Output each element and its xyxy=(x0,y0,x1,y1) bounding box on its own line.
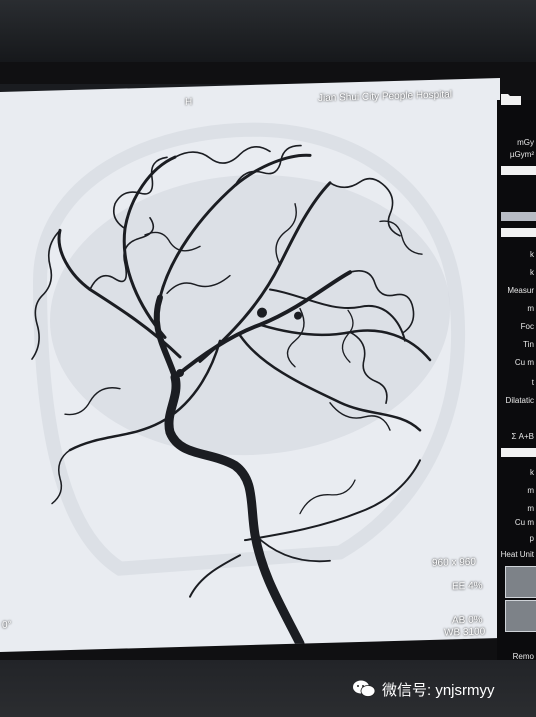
side-label-t: t xyxy=(531,378,534,387)
ab-value: AB 0% xyxy=(452,614,483,627)
side-label-time: Tin xyxy=(523,340,534,349)
wechat-icon xyxy=(353,680,376,697)
side-label-m2: m xyxy=(527,486,534,495)
side-label-k3: k xyxy=(530,468,534,477)
watermark-text: 微信号: ynjsrmyy xyxy=(382,681,495,699)
thumbnail-1[interactable] xyxy=(505,566,536,598)
thumbnail-2[interactable] xyxy=(505,600,536,632)
angiogram-image xyxy=(31,122,465,649)
orientation-marker: H xyxy=(185,96,193,108)
side-label-dap: µGym² xyxy=(509,150,534,159)
monitor-bezel-top xyxy=(0,0,536,62)
side-label-cu2: Cu m xyxy=(514,518,534,527)
side-label-k2: k xyxy=(530,268,534,277)
gray-field-2 xyxy=(501,228,536,237)
side-label-measure: Measur xyxy=(507,286,534,295)
side-label-sum: Σ A+B xyxy=(511,432,534,441)
folder-icon[interactable] xyxy=(500,92,522,106)
side-label-m3: m xyxy=(527,504,534,513)
edge-enhancement: EE 4% xyxy=(452,580,483,593)
gray-field-1 xyxy=(501,212,536,221)
side-label-focus: Foc xyxy=(520,322,534,331)
matrix-size: 960 x 960 xyxy=(432,556,476,569)
side-label-mgy: mGy xyxy=(517,138,534,147)
window-center: WC 35 xyxy=(450,638,481,651)
side-label-dilatation: Dilatatic xyxy=(505,396,534,405)
dose-field xyxy=(501,166,536,175)
side-label-cu: Cu m xyxy=(514,358,534,367)
angiogram-viewport[interactable]: H Jian Shui City People Hospital 960 x 9… xyxy=(0,78,500,652)
wechat-watermark: 微信号: ynjsrmyy xyxy=(352,678,495,700)
angle-readout: 0° xyxy=(2,619,12,631)
side-label-m: m xyxy=(527,304,534,313)
window-width: WB 3100 xyxy=(444,626,486,639)
side-label-p: p xyxy=(529,534,534,543)
side-label-k1: k xyxy=(530,250,534,259)
sum-field xyxy=(501,448,536,457)
monitor-photo: H Jian Shui City People Hospital 960 x 9… xyxy=(0,0,536,717)
side-label-heat: Heat Unit xyxy=(500,550,534,559)
